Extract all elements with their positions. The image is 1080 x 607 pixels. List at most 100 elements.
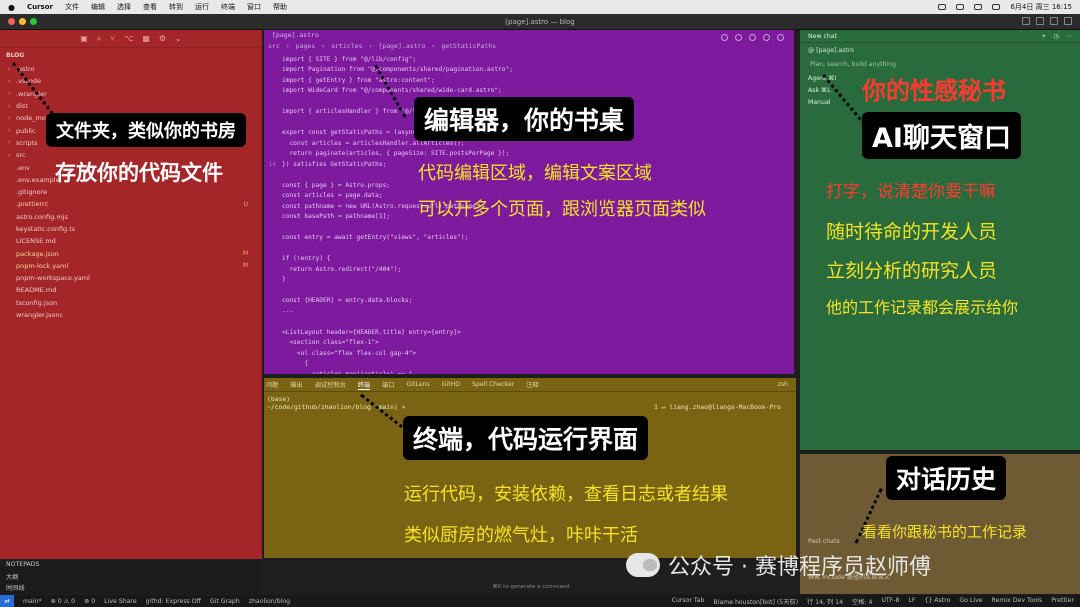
terminal-body[interactable]: (base) ~/code/github/zhaolion/blog (main… <box>264 392 796 414</box>
breadcrumb-item[interactable]: pages <box>296 42 316 51</box>
wifi-icon[interactable] <box>956 4 965 10</box>
cursor-position[interactable]: 行 14, 列 14 <box>807 597 843 606</box>
panel-tab[interactable]: 问题 <box>266 380 278 389</box>
git-graph-status[interactable]: Git Graph <box>210 598 240 605</box>
shell-selector[interactable]: zsh <box>778 381 794 388</box>
folder-item[interactable]: › .astro <box>8 63 262 75</box>
file-item[interactable]: astro.config.mjs <box>8 211 262 223</box>
folder-item[interactable]: › .vscode <box>8 75 262 87</box>
code-line[interactable] <box>264 222 794 233</box>
more-icon[interactable]: ⋯ <box>1066 33 1072 40</box>
history-icon[interactable] <box>735 34 742 41</box>
control-center-icon[interactable] <box>992 4 1001 10</box>
files-icon[interactable]: ▣ <box>80 34 88 43</box>
outline-section[interactable]: 大纲 <box>6 572 256 583</box>
apple-icon[interactable]: ● <box>8 3 15 12</box>
menu-select[interactable]: 选择 <box>117 2 131 12</box>
editor-tab[interactable]: [page].astro <box>264 30 794 40</box>
minimize-window-button[interactable] <box>19 18 26 25</box>
breadcrumb-item[interactable]: [page].astro <box>378 42 425 51</box>
panel-tab[interactable]: 调试控制台 <box>315 380 346 389</box>
menubar-clock[interactable]: 6月4日 周三 16:15 <box>1010 2 1072 12</box>
blame-status[interactable]: Blame houston[bot] (5天前) <box>713 597 798 606</box>
breadcrumb-item[interactable]: articles <box>331 42 362 51</box>
code-line[interactable]: <section class="flex-1"> <box>264 338 794 349</box>
panel-tab[interactable]: GitHD <box>442 381 460 388</box>
chat-input[interactable]: Plan, search, build anything <box>800 58 1080 71</box>
code-line[interactable]: --- <box>264 306 794 317</box>
remix-status[interactable]: Remix Dev Tools <box>992 597 1043 606</box>
file-item[interactable]: README.md <box>8 284 262 296</box>
go-live-status[interactable]: Go Live <box>959 597 982 606</box>
menu-goto[interactable]: 转到 <box>169 2 183 12</box>
split-editor-icon[interactable] <box>763 34 770 41</box>
menu-file[interactable]: 文件 <box>65 2 79 12</box>
battery-icon[interactable] <box>938 4 947 10</box>
code-line[interactable]: import WideCard from "@/components/share… <box>264 86 794 97</box>
menu-help[interactable]: 帮助 <box>273 2 287 12</box>
menu-edit[interactable]: 编辑 <box>91 2 105 12</box>
compare-icon[interactable] <box>749 34 756 41</box>
git-branch-icon[interactable]: ⌥ <box>124 34 133 43</box>
notepads-section[interactable]: NOTEPADS <box>6 561 256 572</box>
eol-status[interactable]: LF <box>908 597 915 606</box>
panel-tab[interactable]: 输出 <box>290 380 302 389</box>
panel-tab[interactable]: Spell Checker <box>472 381 514 388</box>
menu-run[interactable]: 运行 <box>195 2 209 12</box>
code-line[interactable]: const {HEADER} = entry.data.blocks; <box>264 296 794 307</box>
cursor-tab-status[interactable]: Cursor Tab <box>672 597 705 606</box>
code-line[interactable]: if (!entry) { <box>264 254 794 265</box>
encoding-status[interactable]: UTF-8 <box>881 597 899 606</box>
panel-tab[interactable]: GitLens <box>406 381 429 388</box>
panel-tab[interactable]: 终端 <box>357 380 371 390</box>
wechat-icon[interactable] <box>974 4 983 10</box>
code-line[interactable]: return paginate(articles, { pageSize: SI… <box>264 149 794 160</box>
branch-status[interactable]: main* <box>23 598 42 605</box>
file-item[interactable]: .gitignore <box>8 186 262 198</box>
chevron-down-icon[interactable]: ⌄ <box>175 34 182 43</box>
code-line[interactable]: import { getEntry } from "astro:content"… <box>264 75 794 86</box>
problems-status[interactable]: ⊗ 0 ⚠ 0 <box>51 598 76 605</box>
chat-title[interactable]: New chat <box>808 33 837 40</box>
close-window-button[interactable] <box>8 18 15 25</box>
toggle-panel-icon[interactable] <box>1036 17 1044 25</box>
code-line[interactable]: return Astro.redirect("/404"); <box>264 264 794 275</box>
code-line[interactable]: <ListLayout header={HEADER.title} entry=… <box>264 327 794 338</box>
more-icon[interactable] <box>777 34 784 41</box>
file-item[interactable]: wrangler.jsonc <box>8 309 262 321</box>
code-line[interactable]: import Pagination from "@/components/sha… <box>264 65 794 76</box>
code-line[interactable] <box>264 317 794 328</box>
timeline-section[interactable]: 时间线 <box>6 583 256 594</box>
app-name[interactable]: Cursor <box>27 3 53 11</box>
source-control-icon[interactable]: ⑂ <box>110 34 115 43</box>
code-line[interactable]: { <box>264 359 794 370</box>
ports-status[interactable]: ⊗ 0 <box>84 598 95 605</box>
repo-status[interactable]: zhaolion/blog <box>249 598 290 605</box>
breadcrumb-item[interactable]: src <box>268 42 280 51</box>
menu-terminal[interactable]: 终端 <box>221 2 235 12</box>
file-item[interactable]: .prettierrc U <box>8 198 262 210</box>
file-item[interactable]: pnpm-lock.yaml M <box>8 260 262 272</box>
toggle-sidebar-icon[interactable] <box>1022 17 1030 25</box>
zoom-window-button[interactable] <box>30 18 37 25</box>
code-line[interactable] <box>264 243 794 254</box>
code-line[interactable]: } <box>264 275 794 286</box>
indent-status[interactable]: 空格: 4 <box>852 597 872 606</box>
debug-icon[interactable]: ⚙ <box>159 34 166 43</box>
menu-window[interactable]: 窗口 <box>247 2 261 12</box>
layout-icon[interactable] <box>1064 17 1072 25</box>
file-item[interactable]: pnpm-workspace.yaml <box>8 272 262 284</box>
context-chip[interactable]: @ [page].astro <box>800 43 1080 58</box>
menu-view[interactable]: 查看 <box>143 2 157 12</box>
code-line[interactable]: <ul class="flex flex-col gap-4"> <box>264 348 794 359</box>
file-item[interactable]: LICENSE.md <box>8 235 262 247</box>
explorer-header[interactable]: BLOG <box>0 48 262 63</box>
code-line[interactable]: articles.map((article) => ( <box>264 369 794 374</box>
code-line[interactable]: const entry = await getEntry("views", "a… <box>264 233 794 244</box>
new-chat-icon[interactable]: + <box>1041 33 1046 40</box>
toggle-chat-icon[interactable] <box>1050 17 1058 25</box>
search-icon[interactable]: ⌕ <box>97 34 101 44</box>
code-line[interactable] <box>264 285 794 296</box>
folder-item[interactable]: › .wrangler <box>8 88 262 100</box>
live-share-status[interactable]: Live Share <box>104 598 136 605</box>
